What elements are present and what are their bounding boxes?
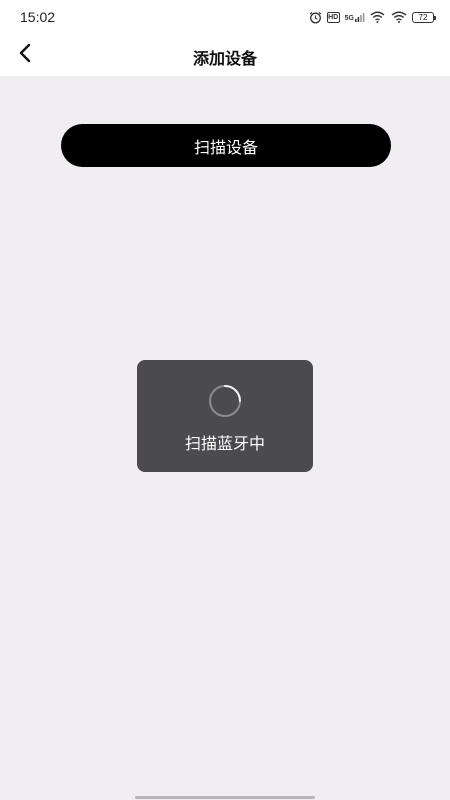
- battery-icon: 72: [412, 11, 436, 23]
- hd-icon: HD: [326, 11, 340, 23]
- status-bar: 15:02 HD 5G 72: [0, 0, 450, 34]
- status-icons: HD 5G 72: [309, 8, 436, 26]
- wifi-calling-icon: [370, 11, 386, 23]
- scanning-toast: 扫描蓝牙中: [137, 360, 313, 472]
- home-indicator[interactable]: [135, 796, 315, 799]
- status-time: 15:02: [20, 9, 56, 25]
- network-type-label: 5G: [344, 14, 354, 22]
- alarm-icon: [309, 11, 322, 24]
- scan-device-button[interactable]: 扫描设备: [61, 124, 391, 167]
- wifi-icon: [391, 11, 407, 23]
- toast-message: 扫描蓝牙中: [184, 434, 265, 453]
- nav-bar: 添加设备: [0, 34, 450, 76]
- 5g-signal-icon: 5G: [344, 12, 365, 22]
- loading-spinner-icon: [208, 384, 242, 418]
- page-title: 添加设备: [192, 49, 257, 68]
